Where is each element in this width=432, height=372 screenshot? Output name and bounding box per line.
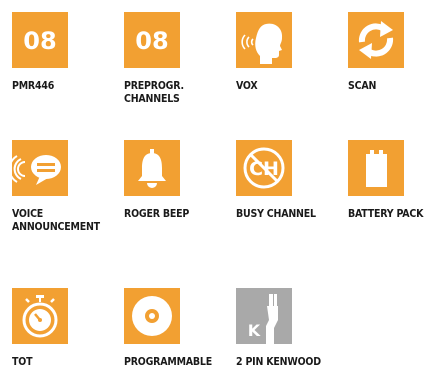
vox-label: VOX [236,80,258,92]
battery-icon [348,140,404,196]
number-08-icon: 08 [12,12,68,68]
pmr446-number: 08 [23,27,56,55]
preprogr-channels-number: 08 [135,27,168,55]
bell-icon [124,140,180,196]
kenwood-plug-icon: K [236,288,292,344]
tot-tile [12,288,68,344]
vox-head-speaking-icon [236,12,292,68]
stopwatch-icon [12,288,68,344]
programmable-label: PROGRAMMABLE [124,356,212,368]
pmr446-tile: 08 [12,12,68,68]
preprogr-channels-tile: 08 [124,12,180,68]
battery-pack-label: BATTERY PACK [348,208,424,220]
busy-channel-label: BUSY CHANNEL [236,208,316,220]
kenwood-badge: K [248,321,261,340]
busy-channel-icon: CH [236,140,292,196]
scan-tile [348,12,404,68]
preprogr-channels-label: PREPROGR. CHANNELS [124,80,184,105]
pmr446-label: PMR446 [12,80,55,92]
scan-rotate-arrows-icon [348,12,404,68]
disc-icon [124,288,180,344]
number-08-icon: 08 [124,12,180,68]
roger-beep-label: ROGER BEEP [124,208,190,220]
programmable-tile [124,288,180,344]
vox-tile [236,12,292,68]
voice-announcement-tile [12,140,68,196]
battery-pack-tile [348,140,404,196]
voice-announcement-icon [12,140,68,196]
voice-announcement-label: VOICE ANNOUNCEMENT [12,208,100,233]
kenwood-tile: K [236,288,292,344]
kenwood-label: 2 PIN KENWOOD [236,356,321,368]
tot-label: TOT [12,356,33,368]
roger-beep-tile [124,140,180,196]
busy-channel-tile: CH [236,140,292,196]
scan-label: SCAN [348,80,377,92]
